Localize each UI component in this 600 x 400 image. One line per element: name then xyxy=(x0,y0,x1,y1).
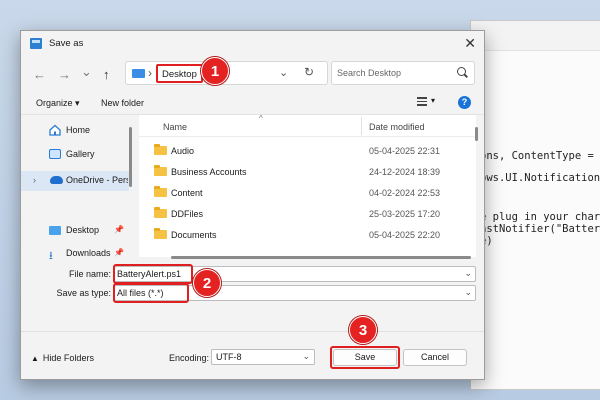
folder-icon xyxy=(154,228,167,239)
close-button[interactable]: ✕ xyxy=(464,35,476,52)
file-date: 05-04-2025 22:20 xyxy=(369,230,441,240)
downloads-icon: ⭳ xyxy=(49,250,53,262)
folder-icon xyxy=(154,144,167,155)
search-input[interactable] xyxy=(333,63,453,83)
save-as-dialog: Save as ✕ ← → ⌄ ↑ › Desktop ⌄ ↻ Organize… xyxy=(20,30,485,380)
caret-up-icon: ▲ xyxy=(31,354,39,363)
title-bar: Save as ✕ xyxy=(21,31,484,57)
sidebar-scrollbar[interactable] xyxy=(129,127,132,187)
file-list: ^ Name Date modified Audio 05-04-2025 22… xyxy=(139,114,476,257)
sidebar-item-label: Downloads xyxy=(66,248,111,258)
sidebar-item-label: OneDrive - Perso xyxy=(66,175,128,185)
highlight-box-save xyxy=(330,346,400,369)
list-item[interactable]: DDFiles 25-03-2025 17:20 xyxy=(139,204,476,225)
file-date: 04-02-2024 22:53 xyxy=(369,188,441,198)
save-as-type-label: Save as type: xyxy=(56,288,111,298)
encoding-value: UTF-8 xyxy=(216,352,242,362)
file-date: 05-04-2025 22:31 xyxy=(369,146,441,156)
highlight-box-save-type xyxy=(113,283,189,303)
chevron-down-icon[interactable]: ⌄ xyxy=(302,351,310,362)
column-header-date-modified[interactable]: Date modified xyxy=(369,122,425,132)
callout-badge: 2 xyxy=(193,269,221,297)
help-icon[interactable]: ? xyxy=(458,96,471,109)
desktop-icon xyxy=(49,226,61,235)
chevron-down-icon[interactable]: ⌄ xyxy=(464,268,472,279)
desktop-folder-icon xyxy=(132,69,145,78)
list-item[interactable]: Documents 05-04-2025 22:20 xyxy=(139,225,476,246)
file-list-header: ^ Name Date modified xyxy=(139,114,476,137)
back-button[interactable]: ← xyxy=(33,67,46,82)
code-line: ows.UI.Notifications xyxy=(480,172,600,184)
code-line: astNotifier("Battery xyxy=(480,223,600,235)
file-date: 24-12-2024 18:39 xyxy=(369,167,441,177)
onedrive-icon xyxy=(50,176,63,184)
sidebar-item-label: Desktop xyxy=(66,225,100,235)
forward-button[interactable]: → xyxy=(58,67,71,82)
file-name: Content xyxy=(171,188,203,198)
list-item[interactable]: Business Accounts 24-12-2024 18:39 xyxy=(139,162,476,183)
column-divider[interactable] xyxy=(361,117,362,135)
hide-folders-button[interactable]: ▲ Hide Folders xyxy=(31,353,94,363)
file-name: DDFiles xyxy=(171,209,204,219)
folder-icon xyxy=(154,165,167,176)
organize-menu-button[interactable]: Organize ▾ xyxy=(36,98,80,109)
horizontal-scrollbar[interactable] xyxy=(171,256,471,259)
search-icon[interactable] xyxy=(457,67,466,76)
encoding-select[interactable]: UTF-8 ⌄ xyxy=(211,349,315,365)
chevron-down-icon[interactable]: ⌄ xyxy=(464,287,472,298)
background-editor-window xyxy=(470,20,600,390)
sidebar-item-label: Home xyxy=(66,125,91,135)
folder-icon xyxy=(154,207,167,218)
view-options-icon[interactable] xyxy=(417,97,427,106)
pin-icon: 📌 xyxy=(114,225,124,234)
up-button[interactable]: ↑ xyxy=(103,67,110,82)
sidebar-item-downloads[interactable]: ⭳ Downloads 📌 xyxy=(21,244,129,264)
sidebar-item-home[interactable]: Home xyxy=(21,121,129,141)
cancel-button[interactable]: Cancel xyxy=(403,349,467,366)
search-box xyxy=(331,61,475,85)
recent-locations-button[interactable]: ⌄ xyxy=(81,64,92,80)
new-folder-button[interactable]: New folder xyxy=(101,98,144,108)
sidebar-item-label: Gallery xyxy=(66,149,95,159)
refresh-button[interactable]: ↻ xyxy=(304,65,314,79)
footer-divider xyxy=(21,331,484,332)
pin-icon: 📌 xyxy=(114,248,124,257)
gallery-icon xyxy=(49,149,61,159)
chevron-right-icon: › xyxy=(148,66,152,80)
folder-icon xyxy=(154,186,167,197)
dialog-title: Save as xyxy=(49,38,84,49)
expand-chevron-icon[interactable]: › xyxy=(33,175,36,185)
highlight-box-file-name xyxy=(113,264,193,284)
breadcrumb-desktop[interactable]: Desktop xyxy=(156,64,203,83)
encoding-label: Encoding: xyxy=(169,353,210,363)
command-toolbar: Organize ▾ New folder ▾ ? xyxy=(21,93,484,115)
list-item[interactable]: Content 04-02-2024 22:53 xyxy=(139,183,476,204)
code-line: e plug in your charge xyxy=(480,211,600,223)
sidebar-item-desktop[interactable]: Desktop 📌 xyxy=(21,221,129,241)
file-name: Documents xyxy=(171,230,217,240)
home-icon xyxy=(49,124,61,136)
sort-ascending-icon: ^ xyxy=(259,114,263,123)
code-line: ons, ContentType = Wi xyxy=(480,150,600,162)
view-options-chevron[interactable]: ▾ xyxy=(431,96,435,105)
navigation-bar: ← → ⌄ ↑ › Desktop ⌄ ↻ xyxy=(21,61,484,91)
file-name: Business Accounts xyxy=(171,167,247,177)
navigation-pane: Home Gallery › OneDrive - Perso Desktop … xyxy=(21,117,129,262)
list-item[interactable]: Audio 05-04-2025 22:31 xyxy=(139,141,476,162)
callout-badge: 3 xyxy=(349,316,377,344)
file-date: 25-03-2025 17:20 xyxy=(369,209,441,219)
sidebar-item-onedrive[interactable]: › OneDrive - Perso xyxy=(21,171,129,191)
callout-badge: 1 xyxy=(201,57,229,85)
hide-folders-label: Hide Folders xyxy=(42,353,94,363)
sidebar-item-gallery[interactable]: Gallery xyxy=(21,145,129,165)
file-name: Audio xyxy=(171,146,195,156)
address-dropdown-button[interactable]: ⌄ xyxy=(279,66,288,79)
file-name-label: File name: xyxy=(68,269,111,279)
notepad-icon xyxy=(30,38,42,49)
column-header-name[interactable]: Name xyxy=(163,122,187,132)
file-list-scrollbar[interactable] xyxy=(475,127,478,141)
